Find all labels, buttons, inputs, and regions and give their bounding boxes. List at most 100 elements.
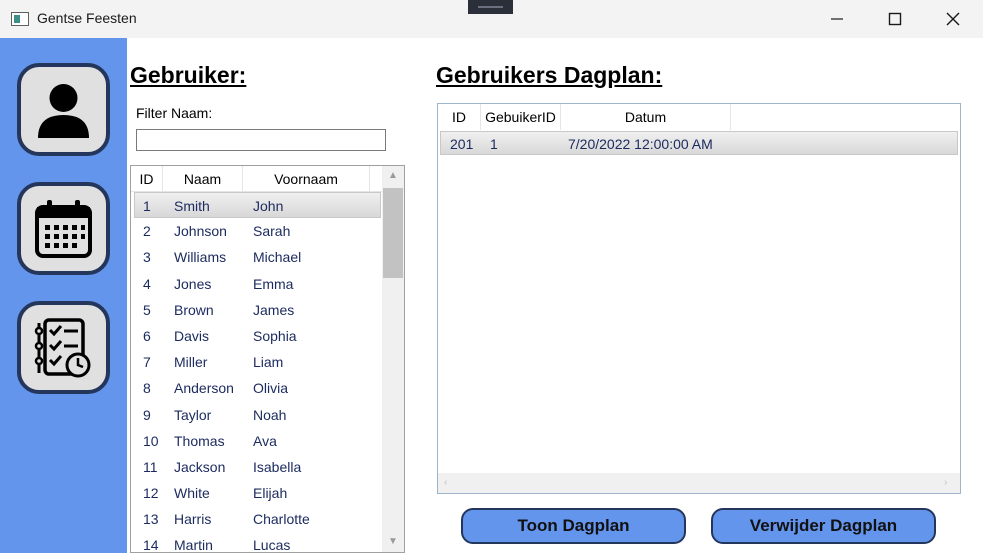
user-row[interactable]: 10 Thomas Ava <box>131 428 382 454</box>
column-header-id[interactable]: ID <box>438 104 481 130</box>
close-button[interactable] <box>925 0 983 38</box>
dagplan-heading: Gebruikers Dagplan: <box>436 62 663 88</box>
user-cell-id: 11 <box>143 458 158 475</box>
user-cell-naam: Jackson <box>174 458 226 475</box>
scroll-left-icon[interactable]: ‹ <box>444 477 447 488</box>
scroll-right-icon[interactable]: › <box>944 477 947 488</box>
user-row[interactable]: 8 Anderson Olivia <box>131 375 382 401</box>
window-title: Gentse Feesten <box>37 10 137 26</box>
user-cell-naam: Taylor <box>174 406 212 423</box>
maximize-icon <box>888 12 902 26</box>
filter-name-input[interactable] <box>136 129 386 151</box>
user-cell-voornaam: Michael <box>253 249 302 266</box>
scroll-down-icon[interactable]: ▼ <box>388 536 398 547</box>
user-row[interactable]: 5 Brown James <box>131 297 382 323</box>
user-cell-naam: Williams <box>174 249 227 266</box>
user-row[interactable]: 12 White Elijah <box>131 480 382 506</box>
user-cell-id: 10 <box>143 432 159 449</box>
user-cell-voornaam: Ava <box>253 432 277 449</box>
user-rows: 1 Smith John 2 Johnson Sarah 3 Williams Michael 4… <box>131 192 382 553</box>
app-window-icon <box>11 12 29 26</box>
user-cell-naam: Thomas <box>174 432 225 449</box>
dagplan-cell-gebruikerid: 1 <box>490 136 498 152</box>
minimize-icon <box>831 18 843 20</box>
user-cell-id: 5 <box>143 301 151 318</box>
user-cell-id: 9 <box>143 406 151 423</box>
user-row[interactable]: 9 Taylor Noah <box>131 402 382 428</box>
column-header-naam[interactable]: Naam <box>163 166 243 192</box>
user-cell-naam: Jones <box>174 275 212 292</box>
scrollbar-thumb[interactable] <box>383 188 403 278</box>
user-cell-voornaam: Elijah <box>253 485 288 502</box>
dagplan-header: ID GebuikerID Datum <box>438 104 960 130</box>
sidebar-item-calendar[interactable] <box>17 182 110 275</box>
user-cell-voornaam: Sophia <box>253 327 297 344</box>
dagplan-grid[interactable]: ID GebuikerID Datum 201 1 7/20/2022 12:0… <box>437 103 961 494</box>
user-cell-id: 13 <box>143 511 159 528</box>
user-cell-id: 2 <box>143 223 151 240</box>
column-header-gebruikerid[interactable]: GebuikerID <box>481 104 561 130</box>
column-header-datum[interactable]: Datum <box>561 104 731 130</box>
user-cell-naam: Harris <box>174 511 212 528</box>
toon-dagplan-button[interactable]: Toon Dagplan <box>461 508 686 544</box>
user-cell-id: 7 <box>143 354 151 371</box>
user-cell-id: 12 <box>143 485 159 502</box>
user-cell-id: 3 <box>143 249 151 266</box>
user-cell-voornaam: James <box>253 301 295 318</box>
dagplan-horizontal-scrollbar[interactable]: ‹ › <box>438 473 960 493</box>
user-cell-naam: Brown <box>174 301 214 318</box>
minimize-button[interactable] <box>809 0 867 38</box>
task-checklist-icon <box>34 318 91 378</box>
close-icon <box>946 12 960 26</box>
user-cell-id: 1 <box>143 198 151 214</box>
user-list-scrollbar[interactable]: ▲ ▼ <box>382 166 404 552</box>
user-list-header: ID Naam Voornaam <box>131 166 382 192</box>
user-row[interactable]: 4 Jones Emma <box>131 271 382 297</box>
filter-name-label: Filter Naam: <box>136 105 213 121</box>
user-cell-naam: Martin <box>174 537 213 553</box>
user-cell-voornaam: Sarah <box>253 223 291 240</box>
user-cell-voornaam: Liam <box>253 354 284 371</box>
user-row[interactable]: 7 Miller Liam <box>131 349 382 375</box>
user-cell-voornaam: Emma <box>253 275 294 292</box>
dagplan-row[interactable]: 201 1 7/20/2022 12:00:00 AM <box>440 131 958 155</box>
user-cell-naam: Anderson <box>174 380 234 397</box>
users-heading: Gebruiker: <box>130 62 247 88</box>
user-list[interactable]: ID Naam Voornaam 1 Smith John 2 Johnson Sarah… <box>130 165 405 553</box>
dagplan-cell-datum: 7/20/2022 12:00:00 AM <box>568 136 713 152</box>
user-cell-voornaam: Lucas <box>253 537 291 553</box>
user-row[interactable]: 2 Johnson Sarah <box>131 218 382 244</box>
user-cell-naam: White <box>174 485 210 502</box>
snap-layout-handle[interactable] <box>468 0 513 14</box>
user-cell-naam: Smith <box>174 198 210 214</box>
user-row[interactable]: 3 Williams Michael <box>131 244 382 270</box>
user-cell-id: 6 <box>143 327 151 344</box>
verwijder-dagplan-button[interactable]: Verwijder Dagplan <box>711 508 936 544</box>
user-row[interactable]: 13 Harris Charlotte <box>131 506 382 532</box>
user-icon <box>38 84 89 138</box>
user-cell-voornaam: Isabella <box>253 458 302 475</box>
user-cell-voornaam: John <box>253 198 284 214</box>
user-cell-naam: Davis <box>174 327 210 344</box>
user-row[interactable]: 1 Smith John <box>134 192 381 219</box>
title-bar: Gentse Feesten <box>0 0 983 38</box>
user-row[interactable]: 6 Davis Sophia <box>131 323 382 349</box>
column-header-voornaam[interactable]: Voornaam <box>243 166 370 192</box>
user-cell-id: 4 <box>143 275 151 292</box>
scroll-up-icon[interactable]: ▲ <box>388 170 398 181</box>
calendar-icon <box>35 200 92 258</box>
sidebar <box>0 38 127 553</box>
user-cell-voornaam: Olivia <box>253 380 289 397</box>
dagplan-cell-id: 201 <box>450 136 474 152</box>
user-row[interactable]: 14 Martin Lucas <box>131 532 382 553</box>
user-cell-naam: Johnson <box>174 223 227 240</box>
user-cell-naam: Miller <box>174 354 208 371</box>
user-cell-voornaam: Noah <box>253 406 287 423</box>
user-cell-id: 8 <box>143 380 151 397</box>
maximize-button[interactable] <box>867 0 925 38</box>
user-row[interactable]: 11 Jackson Isabella <box>131 454 382 480</box>
column-header-id[interactable]: ID <box>131 166 163 192</box>
sidebar-item-users[interactable] <box>17 63 110 156</box>
user-cell-voornaam: Charlotte <box>253 511 310 528</box>
sidebar-item-tasks[interactable] <box>17 301 110 394</box>
